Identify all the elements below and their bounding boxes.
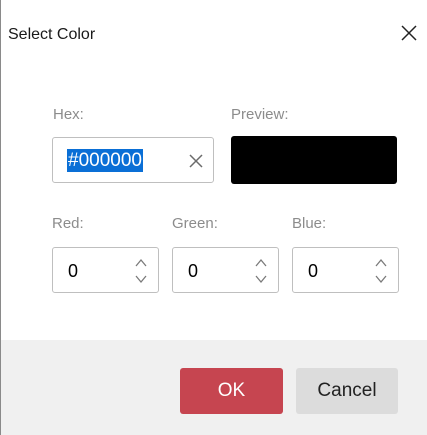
hex-clear-button[interactable] <box>186 151 206 171</box>
blue-value: 0 <box>308 261 319 281</box>
blue-stepper <box>374 257 388 285</box>
dialog-title: Select Color <box>8 26 96 43</box>
red-value: 0 <box>68 261 79 281</box>
red-spinbox[interactable]: 0 <box>52 247 159 293</box>
red-increment-button[interactable] <box>134 257 148 269</box>
hex-input[interactable]: #000000 <box>52 137 214 183</box>
select-color-dialog: Select Color Hex: #000000 Preview: Red: … <box>0 0 427 435</box>
blue-decrement-button[interactable] <box>374 273 388 285</box>
close-button[interactable] <box>398 22 420 44</box>
green-increment-button[interactable] <box>254 257 268 269</box>
green-label: Green: <box>172 215 218 232</box>
green-value: 0 <box>188 261 199 281</box>
red-label: Red: <box>52 215 84 232</box>
blue-increment-button[interactable] <box>374 257 388 269</box>
cancel-button[interactable]: Cancel <box>296 368 398 414</box>
clear-icon <box>189 154 203 168</box>
color-preview-swatch <box>231 136 397 184</box>
close-icon <box>401 25 417 41</box>
ok-button[interactable]: OK <box>180 368 283 414</box>
hex-value: #000000 <box>67 149 143 172</box>
red-decrement-button[interactable] <box>134 273 148 285</box>
blue-label: Blue: <box>292 215 327 232</box>
green-decrement-button[interactable] <box>254 273 268 285</box>
red-stepper <box>134 257 148 285</box>
hex-label: Hex: <box>53 106 84 123</box>
green-spinbox[interactable]: 0 <box>172 247 279 293</box>
preview-label: Preview: <box>231 106 289 123</box>
green-stepper <box>254 257 268 285</box>
blue-spinbox[interactable]: 0 <box>292 247 399 293</box>
